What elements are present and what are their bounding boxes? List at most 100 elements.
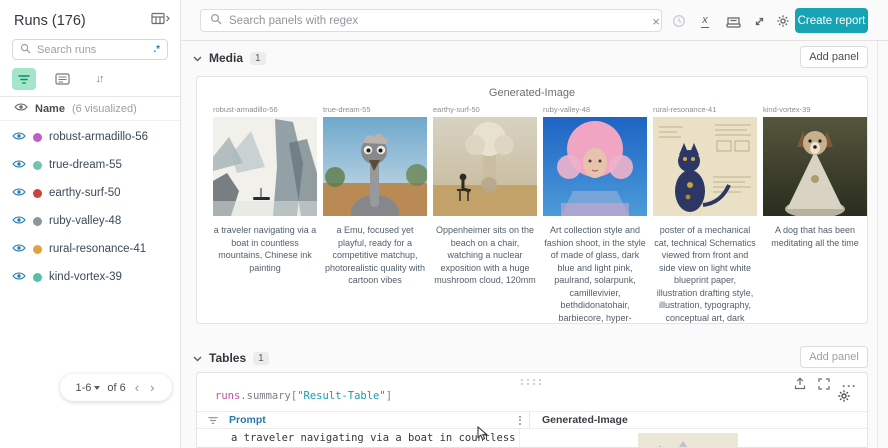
media-image-meditating-dog[interactable]	[763, 117, 867, 216]
scroll-gutter[interactable]	[877, 41, 878, 448]
panel-layout-icon[interactable]	[722, 10, 744, 32]
media-panel: Generated-Image robust-armadillo-56 a tr…	[196, 76, 868, 324]
runs-pagination: 1-6 of 6 ‹ ›	[60, 374, 172, 401]
media-section-header: Media 1	[193, 46, 266, 70]
search-panels-placeholder: Search panels with regex	[229, 14, 359, 27]
expand-panels-icon[interactable]	[748, 10, 770, 32]
search-runs-input[interactable]: Search runs .*	[12, 39, 168, 60]
run-color-dot	[33, 160, 42, 170]
run-row-ruby-valley-48[interactable]: ruby-valley-48	[0, 207, 180, 235]
table-image-thumbnail[interactable]	[638, 433, 738, 447]
media-image-ink-painting[interactable]	[213, 117, 317, 216]
expand-runs-table-icon[interactable]	[151, 12, 170, 30]
run-visibility-eye-icon[interactable]	[12, 212, 26, 230]
run-name-label[interactable]: true-dream-55	[49, 159, 122, 171]
column-menu-icon[interactable]	[519, 415, 521, 425]
name-column-label: Name	[35, 102, 65, 115]
sort-runs-button[interactable]: ↓↑	[88, 68, 110, 90]
next-page-button[interactable]: ›	[148, 380, 156, 395]
run-list: robust-armadillo-56 true-dream-55 earthy…	[0, 123, 180, 291]
media-card[interactable]: ruby-valley-48 Art collection style and …	[543, 105, 647, 323]
panel-query-expression[interactable]: runs.summary["Result-Table"]	[215, 390, 392, 402]
settings-gear-icon[interactable]	[772, 10, 794, 32]
run-name-column-header[interactable]: Name (6 visualized)	[0, 97, 180, 121]
run-color-dot	[33, 216, 42, 226]
media-run-caption: rural-resonance-41	[653, 105, 717, 114]
filter-runs-button[interactable]	[12, 68, 36, 90]
run-row-earthy-surf-50[interactable]: earthy-surf-50	[0, 179, 180, 207]
table-cell-image[interactable]	[519, 429, 867, 447]
media-panel-title: Generated-Image	[488, 87, 576, 99]
tables-add-panel-button[interactable]: Add panel	[800, 346, 868, 368]
media-run-caption: true-dream-55	[323, 105, 371, 114]
search-panels-input[interactable]: Search panels with regex	[200, 9, 662, 32]
search-icon	[210, 12, 222, 30]
run-row-true-dream-55[interactable]: true-dream-55	[0, 151, 180, 179]
run-visibility-eye-icon[interactable]	[12, 128, 26, 146]
media-prompt: A dog that has been meditating all the t…	[771, 225, 859, 248]
run-row-robust-armadillo-56[interactable]: robust-armadillo-56	[0, 123, 180, 151]
column-header-generated-image[interactable]: Generated-Image	[530, 414, 628, 426]
create-report-button[interactable]: Create report	[795, 8, 868, 33]
run-visibility-eye-icon[interactable]	[12, 240, 26, 258]
media-run-caption: robust-armadillo-56	[213, 105, 278, 114]
media-image-emu[interactable]	[323, 117, 427, 216]
visibility-eye-icon	[14, 102, 28, 115]
table-header-row: Prompt Generated-Image	[197, 411, 867, 429]
media-run-caption: kind-vortex-39	[763, 105, 811, 114]
search-icon	[20, 41, 31, 59]
run-name-label[interactable]: rural-resonance-41	[49, 243, 146, 255]
media-image-mushroom-cloud[interactable]	[433, 117, 537, 216]
x-axis-settings-icon[interactable]: x	[694, 10, 716, 32]
chevron-down-icon[interactable]	[193, 49, 202, 67]
tables-section-title[interactable]: Tables	[209, 351, 246, 365]
page-total-label: of 6	[107, 381, 126, 394]
media-image-pink-hair-model[interactable]	[543, 117, 647, 216]
page-range-dropdown[interactable]: 1-6	[76, 382, 101, 394]
run-name-label[interactable]: kind-vortex-39	[49, 271, 122, 283]
notes-columns-button[interactable]	[51, 68, 73, 90]
topbar-divider	[181, 40, 888, 41]
media-prompt: a Emu, focused yet playful, ready for a …	[324, 225, 426, 285]
table-settings-gear-icon[interactable]	[837, 389, 851, 408]
table-cell-prompt[interactable]: a traveler navigating via a boat in coun…	[197, 429, 519, 447]
run-name-label[interactable]: robust-armadillo-56	[49, 131, 148, 143]
media-prompt: Art collection style and fashion shoot, …	[544, 225, 646, 323]
media-add-panel-button[interactable]: Add panel	[800, 46, 868, 68]
tables-section-header: Tables 1	[193, 346, 269, 370]
media-card[interactable]: true-dream-55 a Emu, focused yet playful…	[323, 105, 427, 323]
media-card[interactable]: kind-vortex-39 A dog that has been medit…	[763, 105, 867, 323]
run-row-kind-vortex-39[interactable]: kind-vortex-39	[0, 263, 180, 291]
clear-search-icon[interactable]: ×	[645, 10, 667, 32]
runs-sidebar: Runs (176) Search runs .* ↓↑ Name (6 vis…	[0, 0, 181, 448]
run-visibility-eye-icon[interactable]	[12, 184, 26, 202]
panel-drag-handle[interactable]	[521, 379, 543, 385]
media-panel-count-badge: 1	[250, 51, 266, 65]
regex-toggle[interactable]: .*	[153, 44, 160, 55]
run-row-rural-resonance-41[interactable]: rural-resonance-41	[0, 235, 180, 263]
run-visibility-eye-icon[interactable]	[12, 268, 26, 286]
run-visibility-eye-icon[interactable]	[12, 156, 26, 174]
media-prompt: a traveler navigating via a boat in coun…	[213, 225, 317, 273]
run-name-label[interactable]: earthy-surf-50	[49, 187, 121, 199]
prev-page-button[interactable]: ‹	[133, 380, 141, 395]
fullscreen-panel-icon[interactable]	[818, 377, 830, 395]
table-filter-icon[interactable]	[197, 416, 229, 425]
media-card[interactable]: robust-armadillo-56 a traveler navigatin…	[213, 105, 317, 323]
run-color-dot	[33, 244, 42, 254]
media-prompt: poster of a mechanical cat, technical Sc…	[654, 225, 756, 323]
media-section-title[interactable]: Media	[209, 51, 243, 65]
column-header-prompt[interactable]: Prompt	[229, 414, 519, 426]
export-panel-icon[interactable]	[794, 377, 806, 395]
media-image-mechanical-cat-blueprint[interactable]	[653, 117, 757, 216]
caret-down-icon	[94, 385, 101, 390]
search-history-icon[interactable]	[668, 10, 690, 32]
tables-panel-count-badge: 1	[253, 351, 269, 365]
chevron-down-icon[interactable]	[193, 349, 202, 367]
table-row[interactable]: a traveler navigating via a boat in coun…	[197, 429, 867, 447]
media-prompt: Oppenheimer sits on the beach on a chair…	[434, 225, 536, 285]
run-color-dot	[33, 272, 42, 282]
media-card[interactable]: rural-resonance-41 poster of a mechanica…	[653, 105, 757, 323]
run-name-label[interactable]: ruby-valley-48	[49, 215, 121, 227]
media-card[interactable]: earthy-surf-50 Oppenheimer sits on the b…	[433, 105, 537, 323]
